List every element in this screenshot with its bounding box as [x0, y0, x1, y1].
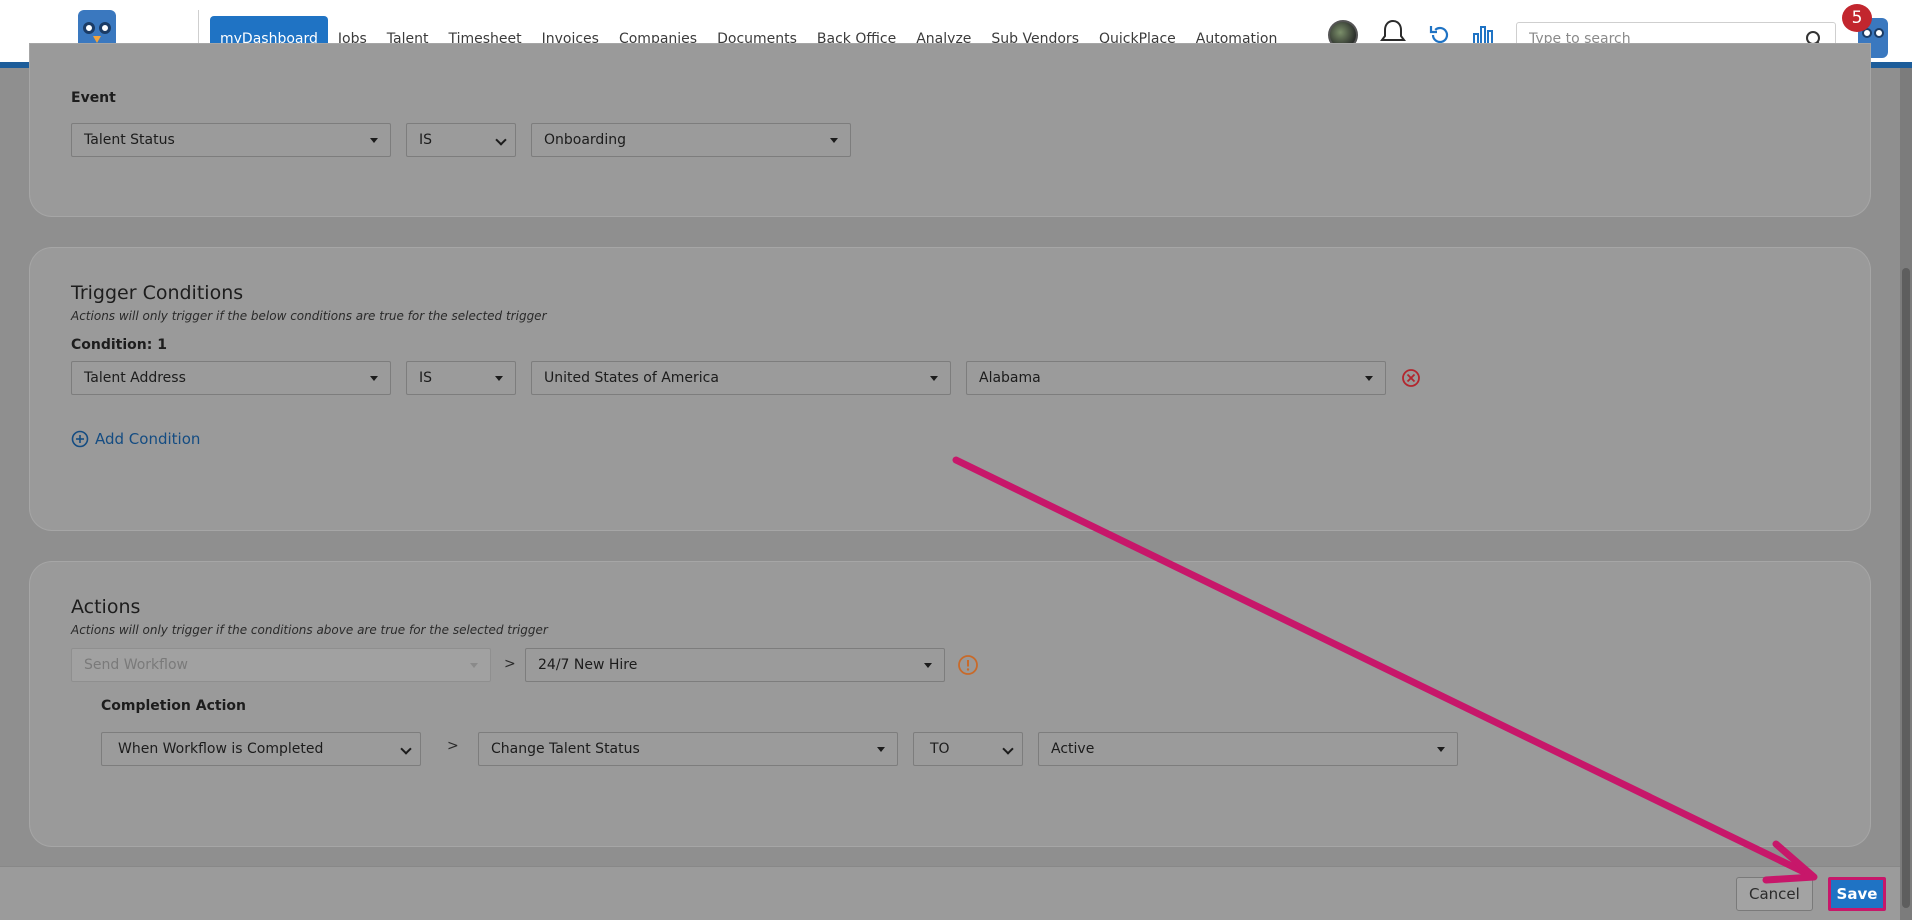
plus-circle-icon — [71, 430, 89, 448]
condition-field-dropdown[interactable]: Talent Address — [71, 361, 391, 395]
condition-country-dropdown[interactable]: United States of America — [531, 361, 951, 395]
caret-down-icon — [877, 747, 885, 752]
trigger-conditions-card: Trigger Conditions Actions will only tri… — [30, 248, 1870, 530]
chevron-down-icon — [1002, 743, 1014, 755]
scrollbar-thumb[interactable] — [1902, 268, 1910, 908]
caret-down-icon — [370, 376, 378, 381]
trigger-subtitle: Actions will only trigger if the below c… — [71, 309, 547, 323]
action-type-dropdown: Send Workflow — [71, 648, 491, 682]
condition-field-value: Talent Address — [84, 370, 186, 386]
chevron-down-icon — [400, 743, 412, 755]
condition-operator-value: IS — [419, 370, 433, 386]
footer-bar: Cancel Save — [0, 866, 1900, 920]
event-value-text: Onboarding — [544, 132, 626, 148]
actions-title: Actions — [71, 596, 141, 618]
cancel-button[interactable]: Cancel — [1736, 877, 1813, 911]
event-operator-select[interactable]: IS — [406, 123, 516, 157]
condition-label: Condition: 1 — [71, 337, 167, 353]
trigger-title: Trigger Conditions — [71, 282, 244, 304]
workflow-dropdown[interactable]: 24/7 New Hire — [525, 648, 945, 682]
condition-state-dropdown[interactable]: Alabama — [966, 361, 1386, 395]
automation-editor: Event Talent Status IS Onboarding Trigge… — [0, 44, 1900, 864]
condition-country-value: United States of America — [544, 370, 719, 386]
completion-when-value: When Workflow is Completed — [118, 741, 324, 757]
notification-count-badge: 5 — [1842, 4, 1872, 32]
action-separator: > — [504, 656, 516, 672]
remove-condition-icon[interactable] — [1401, 368, 1421, 388]
completion-operator-select[interactable]: TO — [913, 732, 1023, 766]
completion-action-value: Change Talent Status — [491, 741, 640, 757]
caret-down-icon — [924, 663, 932, 668]
completion-separator: > — [447, 738, 459, 754]
actions-subtitle: Actions will only trigger if the conditi… — [71, 623, 548, 637]
completion-value-text: Active — [1051, 741, 1095, 757]
warning-icon[interactable] — [957, 654, 979, 676]
caret-down-icon — [830, 138, 838, 143]
caret-down-icon — [370, 138, 378, 143]
add-condition-label: Add Condition — [95, 430, 201, 448]
event-field-dropdown[interactable]: Talent Status — [71, 123, 391, 157]
condition-operator-dropdown[interactable]: IS — [406, 361, 516, 395]
condition-state-value: Alabama — [979, 370, 1041, 386]
caret-down-icon — [930, 376, 938, 381]
completion-value-dropdown[interactable]: Active — [1038, 732, 1458, 766]
event-field-value: Talent Status — [84, 132, 175, 148]
caret-down-icon — [470, 663, 478, 668]
add-condition-link[interactable]: Add Condition — [71, 430, 200, 448]
chevron-down-icon — [495, 134, 507, 146]
event-operator-value: IS — [419, 132, 433, 148]
actions-card: Actions Actions will only trigger if the… — [30, 562, 1870, 846]
event-card: Event Talent Status IS Onboarding — [30, 44, 1870, 216]
completion-operator-value: TO — [930, 741, 950, 757]
completion-action-label: Completion Action — [101, 698, 246, 714]
page-scrollbar[interactable] — [1900, 68, 1912, 920]
event-value-dropdown[interactable]: Onboarding — [531, 123, 851, 157]
completion-action-dropdown[interactable]: Change Talent Status — [478, 732, 898, 766]
workflow-value: 24/7 New Hire — [538, 657, 638, 673]
action-type-value: Send Workflow — [84, 657, 188, 673]
caret-down-icon — [1365, 376, 1373, 381]
save-button[interactable]: Save — [1828, 877, 1886, 911]
caret-down-icon — [495, 376, 503, 381]
event-label: Event — [71, 90, 116, 106]
caret-down-icon — [1437, 747, 1445, 752]
completion-when-select[interactable]: When Workflow is Completed — [101, 732, 421, 766]
